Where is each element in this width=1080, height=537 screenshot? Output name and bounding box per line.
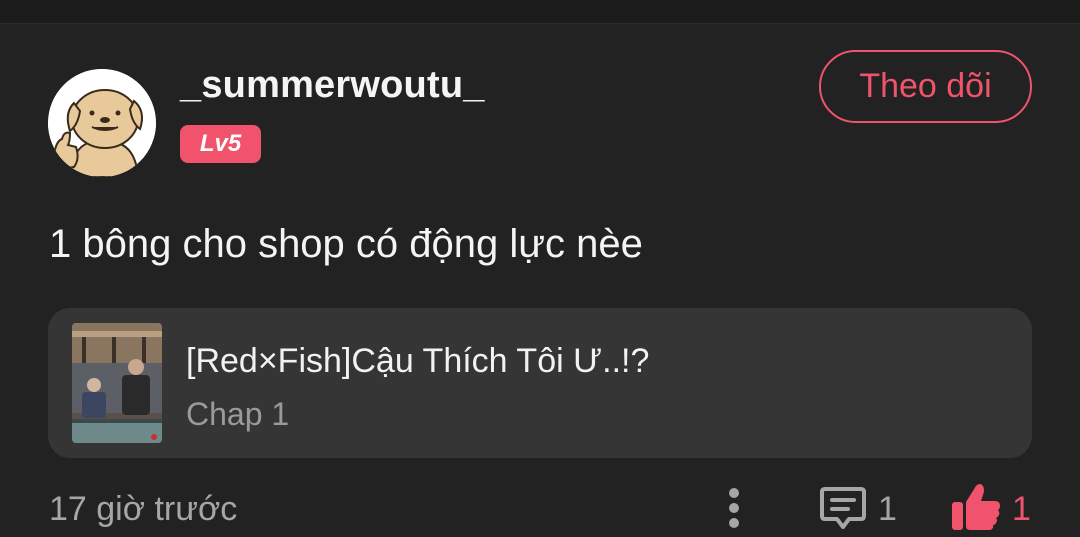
like-count: 1	[1012, 490, 1031, 528]
comment-timestamp: 17 giờ trước	[49, 490, 238, 528]
manga-cover-thumbnail	[72, 323, 162, 443]
reply-count: 1	[878, 490, 897, 528]
username[interactable]: _summerwoutu_	[180, 64, 485, 107]
thumbs-up-icon[interactable]	[950, 482, 1002, 532]
more-vertical-icon[interactable]	[719, 486, 749, 531]
manga-title: [Red×Fish]Cậu Thích Tôi Ư..!?	[186, 342, 650, 380]
avatar[interactable]	[48, 69, 156, 177]
top-divider-bar	[0, 0, 1080, 24]
comment-text: 1 bông cho shop có động lực nèe	[49, 222, 643, 266]
dog-avatar-image	[48, 69, 156, 177]
follow-button[interactable]: Theo dõi	[819, 50, 1032, 123]
manga-card[interactable]: [Red×Fish]Cậu Thích Tôi Ư..!? Chap 1	[48, 308, 1032, 458]
manga-chapter: Chap 1	[186, 396, 290, 432]
level-badge: Lv5	[180, 125, 261, 163]
manga-cover-image	[72, 323, 162, 443]
comment-icon[interactable]	[819, 486, 867, 532]
